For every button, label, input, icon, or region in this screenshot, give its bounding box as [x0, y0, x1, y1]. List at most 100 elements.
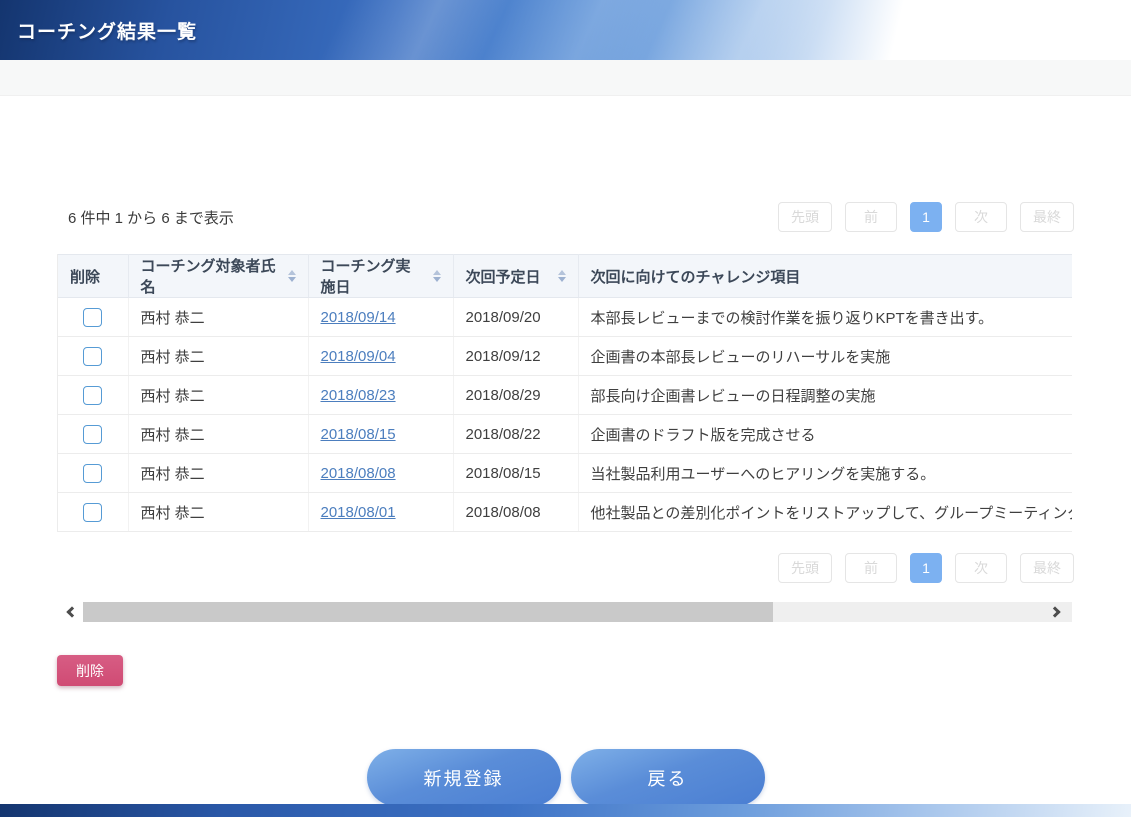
row-date-link[interactable]: 2018/08/08: [321, 465, 396, 482]
footer-bar: [0, 804, 1131, 817]
row-date-link[interactable]: 2018/09/04: [321, 348, 396, 365]
table-row: 西村 恭二 2018/09/14 2018/09/20 本部長レビューまでの検討…: [58, 298, 1072, 337]
row-delete-checkbox[interactable]: [83, 386, 102, 405]
pagination-bottom: 先頭 前 1 次 最終: [57, 553, 1074, 583]
cell-name: 西村 恭二: [128, 415, 308, 454]
cell-date: 2018/08/15: [308, 415, 453, 454]
sort-icon[interactable]: [550, 270, 566, 282]
row-date-link[interactable]: 2018/08/01: [321, 504, 396, 521]
coaching-results-table: 削除 コーチング対象者氏名 コーチング実施日: [58, 254, 1072, 532]
cell-date: 2018/09/14: [308, 298, 453, 337]
cell-name: 西村 恭二: [128, 337, 308, 376]
pagination-prev-button[interactable]: 前: [845, 202, 897, 232]
pagination-next-button[interactable]: 次: [955, 202, 1007, 232]
cell-date: 2018/08/01: [308, 493, 453, 532]
row-name: 西村 恭二: [141, 466, 205, 483]
row-next-date: 2018/09/20: [466, 309, 541, 326]
pagination-prev-button[interactable]: 前: [845, 553, 897, 583]
row-delete-checkbox[interactable]: [83, 503, 102, 522]
column-header-delete: 削除: [58, 255, 128, 298]
pagination-first-button[interactable]: 先頭: [778, 553, 832, 583]
cell-name: 西村 恭二: [128, 454, 308, 493]
column-header-label: コーチング対象者氏名: [141, 255, 280, 297]
pagination-last-button[interactable]: 最終: [1020, 202, 1074, 232]
cell-challenge: 企画書の本部長レビューのリハーサルを実施: [578, 337, 1072, 376]
row-challenge: 当社製品利用ユーザーへのヒアリングを実施する。: [591, 466, 936, 483]
row-delete-checkbox[interactable]: [83, 347, 102, 366]
cell-challenge: 部長向け企画書レビューの日程調整の実施: [578, 376, 1072, 415]
cell-delete-checkbox: [58, 337, 128, 376]
row-challenge: 部長向け企画書レビューの日程調整の実施: [591, 388, 876, 405]
cell-date: 2018/09/04: [308, 337, 453, 376]
cell-next-date: 2018/08/08: [453, 493, 578, 532]
row-name: 西村 恭二: [141, 310, 205, 327]
table-header-row: 削除 コーチング対象者氏名 コーチング実施日: [58, 255, 1072, 298]
cell-challenge: 本部長レビューまでの検討作業を振り返りKPTを書き出す。: [578, 298, 1072, 337]
scrollbar-track[interactable]: [83, 602, 1072, 622]
page-title: コーチング結果一覧: [0, 17, 197, 44]
column-header-challenge: 次回に向けてのチャレンジ項目: [578, 255, 1072, 298]
sort-icon[interactable]: [425, 270, 441, 282]
row-date-link[interactable]: 2018/08/23: [321, 387, 396, 404]
column-header-name[interactable]: コーチング対象者氏名: [128, 255, 308, 298]
pagination-first-button[interactable]: 先頭: [778, 202, 832, 232]
cell-name: 西村 恭二: [128, 298, 308, 337]
column-header-label: 削除: [70, 266, 100, 287]
row-name: 西村 恭二: [141, 427, 205, 444]
record-count-summary: 6 件中 1 から 6 まで表示: [68, 207, 234, 232]
pagination-last-button[interactable]: 最終: [1020, 553, 1074, 583]
row-date-link[interactable]: 2018/09/14: [321, 309, 396, 326]
row-challenge: 本部長レビューまでの検討作業を振り返りKPTを書き出す。: [591, 310, 994, 327]
cell-date: 2018/08/23: [308, 376, 453, 415]
row-delete-checkbox[interactable]: [83, 464, 102, 483]
table-row: 西村 恭二 2018/08/01 2018/08/08 他社製品との差別化ポイン…: [58, 493, 1072, 532]
column-header-label: 次回予定日: [466, 266, 541, 287]
table-row: 西村 恭二 2018/08/23 2018/08/29 部長向け企画書レビューの…: [58, 376, 1072, 415]
row-next-date: 2018/08/08: [466, 504, 541, 521]
table-row: 西村 恭二 2018/08/15 2018/08/22 企画書のドラフト版を完成…: [58, 415, 1072, 454]
delete-action-row: 削除: [57, 622, 1074, 686]
pagination-page-1-button[interactable]: 1: [910, 202, 942, 232]
row-challenge: 他社製品との差別化ポイントをリストアップして、グループミーティングで: [591, 505, 1073, 522]
cell-next-date: 2018/08/29: [453, 376, 578, 415]
pagination-next-button[interactable]: 次: [955, 553, 1007, 583]
table-row: 西村 恭二 2018/09/04 2018/09/12 企画書の本部長レビューの…: [58, 337, 1072, 376]
column-header-next-date[interactable]: 次回予定日: [453, 255, 578, 298]
bottom-actions: 新規登録 戻る: [57, 749, 1074, 806]
column-header-label: コーチング実施日: [321, 255, 425, 297]
cell-delete-checkbox: [58, 493, 128, 532]
cell-next-date: 2018/08/22: [453, 415, 578, 454]
scrollbar-thumb[interactable]: [83, 602, 773, 622]
cell-delete-checkbox: [58, 376, 128, 415]
cell-name: 西村 恭二: [128, 493, 308, 532]
cell-delete-checkbox: [58, 454, 128, 493]
scroll-left-button[interactable]: [57, 602, 83, 622]
cell-next-date: 2018/09/12: [453, 337, 578, 376]
scroll-right-button[interactable]: [1044, 602, 1070, 622]
summary-row: 6 件中 1 から 6 まで表示 先頭 前 1 次 最終: [57, 202, 1074, 232]
cell-date: 2018/08/08: [308, 454, 453, 493]
row-delete-checkbox[interactable]: [83, 308, 102, 327]
cell-challenge: 他社製品との差別化ポイントをリストアップして、グループミーティングで: [578, 493, 1072, 532]
table-body: 西村 恭二 2018/09/14 2018/09/20 本部長レビューまでの検討…: [58, 298, 1072, 532]
back-button[interactable]: 戻る: [571, 749, 765, 806]
row-delete-checkbox[interactable]: [83, 425, 102, 444]
row-next-date: 2018/08/29: [466, 387, 541, 404]
pagination-page-1-button[interactable]: 1: [910, 553, 942, 583]
new-registration-button[interactable]: 新規登録: [367, 749, 561, 806]
banner-sub-strip: [0, 60, 1131, 96]
main-content: 6 件中 1 から 6 まで表示 先頭 前 1 次 最終 削除 コー: [0, 202, 1131, 806]
delete-button[interactable]: 削除: [57, 655, 123, 686]
row-next-date: 2018/08/15: [466, 465, 541, 482]
table-row: 西村 恭二 2018/08/08 2018/08/15 当社製品利用ユーザーへの…: [58, 454, 1072, 493]
column-header-label: 次回に向けてのチャレンジ項目: [591, 266, 801, 287]
page-banner: コーチング結果一覧: [0, 0, 1131, 60]
row-name: 西村 恭二: [141, 505, 205, 522]
chevron-right-icon: [1049, 606, 1060, 617]
row-challenge: 企画書の本部長レビューのリハーサルを実施: [591, 349, 891, 366]
pagination-top: 先頭 前 1 次 最終: [778, 202, 1074, 232]
row-date-link[interactable]: 2018/08/15: [321, 426, 396, 443]
cell-delete-checkbox: [58, 298, 128, 337]
column-header-date[interactable]: コーチング実施日: [308, 255, 453, 298]
sort-icon[interactable]: [280, 270, 296, 282]
